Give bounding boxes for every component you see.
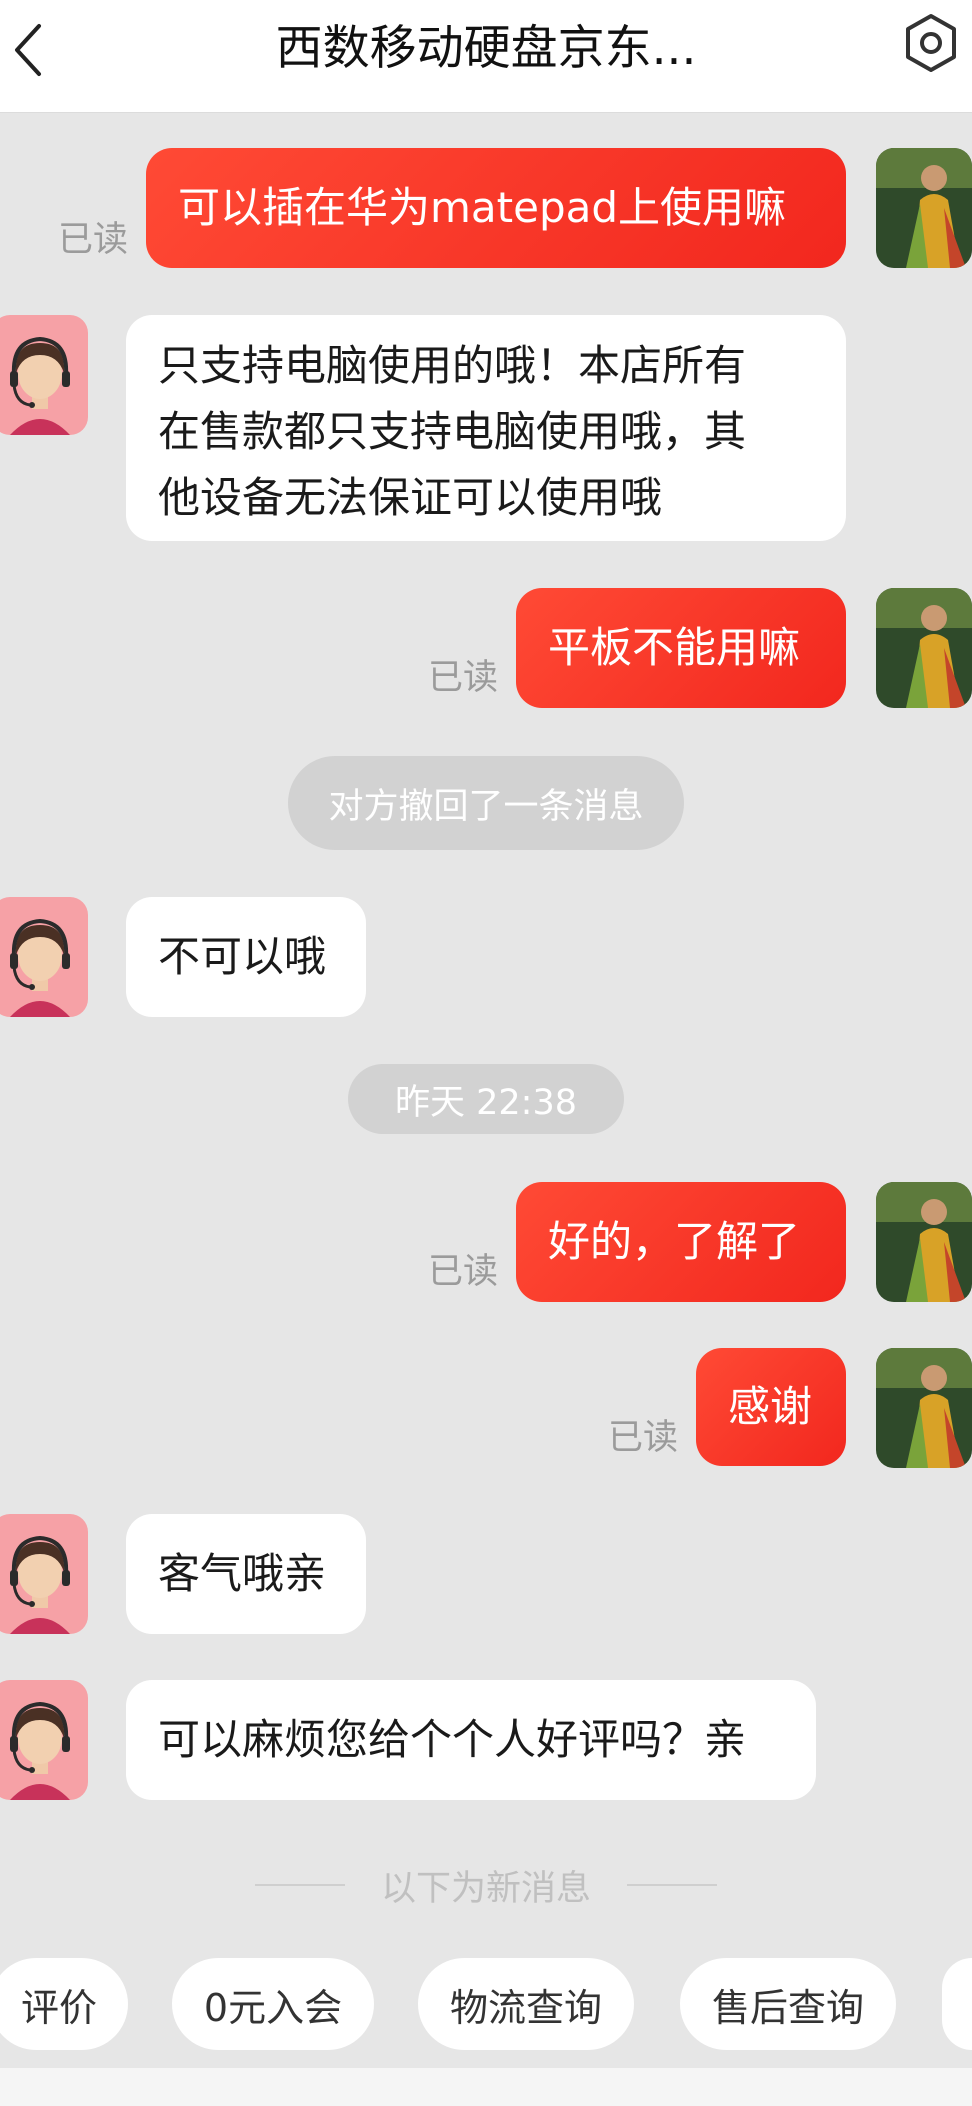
user-avatar[interactable]	[876, 1182, 972, 1302]
read-status: 已读	[428, 1252, 499, 1292]
message-bubble-sent[interactable]: 可以插在华为matepad上使用嘛	[146, 148, 846, 268]
read-status: 已读	[608, 1418, 679, 1458]
quick-action-after-sales[interactable]: 售后查询	[680, 1958, 896, 2050]
chevron-left-icon	[15, 24, 41, 76]
message-bubble-sent[interactable]: 感谢	[696, 1348, 846, 1466]
message-bubble-received[interactable]: 客气哦亲	[126, 1514, 366, 1634]
timestamp-pill: 昨天 22:38	[348, 1064, 624, 1134]
back-button[interactable]	[6, 12, 50, 88]
divider-line	[626, 1884, 717, 1886]
message-bubble-sent[interactable]: 平板不能用嘛	[516, 588, 846, 708]
read-status: 已读	[58, 220, 129, 260]
new-messages-divider: 以下为新消息	[255, 1860, 717, 1910]
read-status: 已读	[428, 658, 499, 698]
message-bubble-received[interactable]: 可以麻烦您给个个人好评吗？亲	[126, 1680, 816, 1800]
headset-agent-icon	[0, 315, 88, 435]
message-line: 他设备无法保证可以使用哦	[158, 473, 663, 522]
user-avatar[interactable]	[876, 588, 972, 708]
agent-avatar[interactable]	[0, 315, 88, 435]
hexagon-gear-icon	[906, 14, 956, 72]
quick-action-logistics[interactable]: 物流查询	[418, 1958, 634, 2050]
recall-notice: 对方撤回了一条消息	[288, 756, 684, 850]
settings-button[interactable]	[898, 10, 964, 76]
user-avatar[interactable]	[876, 1348, 972, 1468]
quick-action-more[interactable]	[942, 1958, 972, 2050]
message-line: 只支持电脑使用的哦！本店所有	[158, 341, 747, 390]
chat-header: 西数移动硬盘京东...	[0, 0, 972, 113]
new-messages-label: 以下为新消息	[380, 1868, 591, 1909]
input-bar-edge	[0, 2068, 972, 2106]
quick-action-join-member[interactable]: 0元入会	[172, 1958, 374, 2050]
agent-avatar[interactable]	[0, 1680, 88, 1800]
agent-avatar[interactable]	[0, 897, 88, 1017]
agent-avatar[interactable]	[0, 1514, 88, 1634]
divider-line	[255, 1884, 345, 1886]
message-bubble-received[interactable]: 不可以哦	[126, 897, 366, 1017]
user-avatar[interactable]	[876, 148, 972, 268]
chat-title: 西数移动硬盘京东...	[275, 21, 697, 76]
message-line: 在售款都只支持电脑使用哦，其	[158, 407, 747, 456]
message-bubble-received[interactable]: 只支持电脑使用的哦！本店所有 在售款都只支持电脑使用哦，其 他设备无法保证可以使…	[126, 315, 846, 541]
message-bubble-sent[interactable]: 好的，了解了	[516, 1182, 846, 1302]
quick-action-review[interactable]: 评价	[0, 1958, 128, 2050]
